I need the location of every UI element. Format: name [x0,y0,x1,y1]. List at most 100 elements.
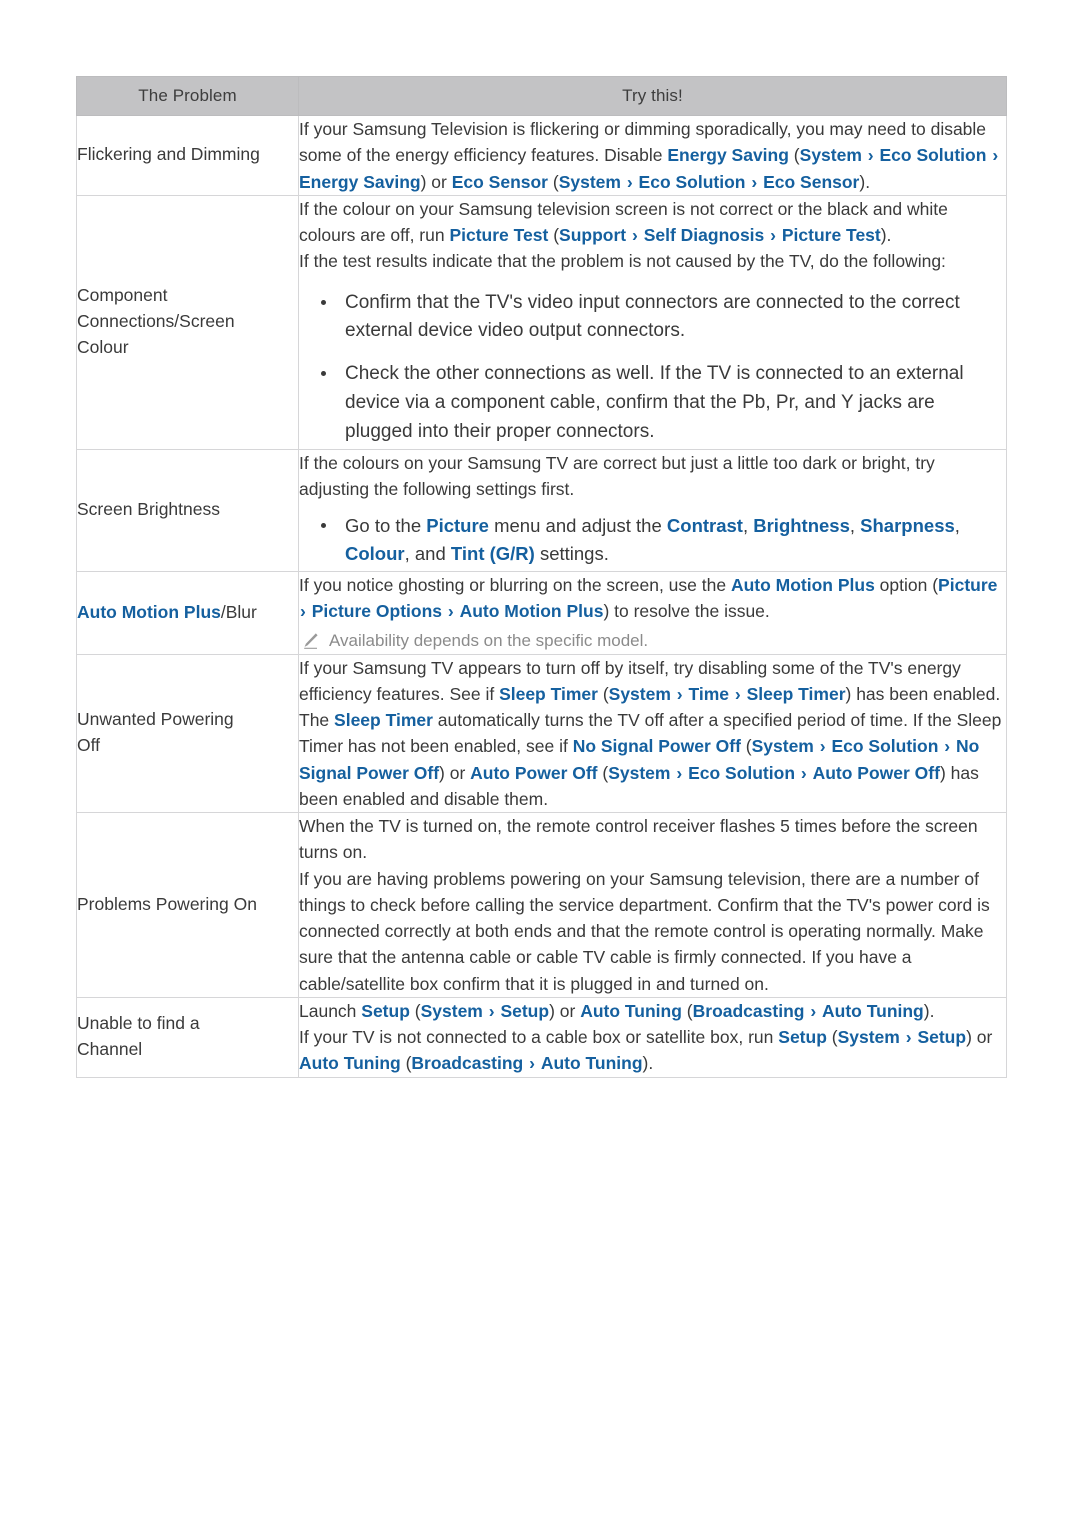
link-system[interactable]: System [421,1001,483,1021]
solution-problems-powering-on: When the TV is turned on, the remote con… [298,812,1007,998]
list-item: Go to the Picture menu and adjust the Co… [299,512,1006,568]
chevron-right-icon: › [770,225,776,245]
chevron-right-icon: › [751,171,758,192]
link-picture[interactable]: Picture [938,575,997,595]
link-system[interactable]: System [800,145,862,165]
link-eco-solution[interactable]: Eco Solution [688,763,795,783]
bullet-icon [321,299,326,305]
chevron-right-icon: › [819,736,826,757]
link-auto-tuning[interactable]: Auto Tuning [822,1001,924,1021]
chevron-right-icon: › [626,171,633,192]
solution-paragraph: If your Samsung Television is flickering… [299,119,999,192]
link-auto-power-off[interactable]: Auto Power Off [813,763,940,783]
link-system[interactable]: System [838,1027,900,1047]
link-eco-solution[interactable]: Eco Solution [831,736,938,756]
solution-paragraph: If you notice ghosting or blurring on th… [299,574,998,621]
problem-label-component-connections: Component Connections/Screen Colour [76,194,299,450]
solution-paragraph: If the colours on your Samsung TV are co… [299,452,935,500]
link-sleep-timer[interactable]: Sleep Timer [499,684,598,704]
chevron-right-icon: › [676,683,683,704]
solution-paragraph: Launch Setup (System › Setup) or Auto Tu… [299,1000,935,1021]
column-header-try: Try this! [298,76,1007,116]
document-page: The Problem Try this! Flickering and Dim… [0,0,1080,1527]
link-energy-saving[interactable]: Energy Saving [299,172,421,192]
link-setup[interactable]: Setup [778,1027,827,1047]
problem-label-auto-motion-plus-blur: Auto Motion Plus/Blur [76,570,299,655]
chevron-right-icon: › [810,1000,817,1021]
link-system[interactable]: System [752,736,814,756]
chevron-right-icon: › [800,762,807,783]
link-self-diagnosis[interactable]: Self Diagnosis [644,225,765,245]
link-setup[interactable]: Setup [917,1027,966,1047]
link-system[interactable]: System [609,684,671,704]
table-row: Flickering and Dimming If your Samsung T… [76,115,1007,196]
chevron-right-icon: › [300,600,306,621]
link-contrast[interactable]: Contrast [667,515,743,536]
problem-label-link[interactable]: Auto Motion Plus [77,602,221,622]
link-auto-tuning[interactable]: Auto Tuning [299,1053,401,1073]
link-auto-motion-plus[interactable]: Auto Motion Plus [460,601,604,621]
solution-paragraph: When the TV is turned on, the remote con… [299,816,978,863]
link-eco-sensor[interactable]: Eco Sensor [763,172,859,192]
list-item-text: Confirm that the TV's video input connec… [345,291,960,342]
link-auto-motion-plus[interactable]: Auto Motion Plus [731,575,875,595]
solution-paragraph: If you are having problems powering on y… [299,868,990,994]
link-system[interactable]: System [559,172,621,192]
problem-label-line: Component [77,285,168,306]
solution-unwanted-powering-off: If your Samsung TV appears to turn off b… [298,653,1007,814]
link-picture-test[interactable]: Picture Test [782,225,881,245]
link-tint-gr[interactable]: Tint (G/R) [451,543,535,564]
bullet-icon [321,371,326,377]
troubleshooting-table: The Problem Try this! Flickering and Dim… [76,76,1007,1078]
link-eco-sensor[interactable]: Eco Sensor [452,172,548,192]
problem-label-line: Connections/Screen [77,311,235,332]
problem-label-unwanted-powering-off: Unwanted Powering Off [76,653,299,814]
column-header-problem: The Problem [76,76,299,116]
link-sleep-timer[interactable]: Sleep Timer [334,710,433,730]
link-auto-tuning[interactable]: Auto Tuning [580,1001,682,1021]
pencil-icon [299,630,321,652]
link-broadcasting[interactable]: Broadcasting [693,1001,805,1021]
link-auto-tuning[interactable]: Auto Tuning [541,1053,643,1073]
solution-screen-brightness: If the colours on your Samsung TV are co… [298,448,1007,572]
link-brightness[interactable]: Brightness [753,515,850,536]
link-energy-saving[interactable]: Energy Saving [667,145,789,165]
link-broadcasting[interactable]: Broadcasting [411,1053,523,1073]
chevron-right-icon: › [734,683,741,704]
solution-flickering-and-dimming: If your Samsung Television is flickering… [298,115,1007,196]
link-system[interactable]: System [608,763,670,783]
problem-label-screen-brightness: Screen Brightness [76,448,299,572]
link-support[interactable]: Support [559,225,626,245]
table-row: Auto Motion Plus/Blur If you notice ghos… [76,570,1007,655]
chevron-right-icon: › [867,145,874,166]
link-picture[interactable]: Picture [426,515,489,536]
link-eco-solution[interactable]: Eco Solution [639,172,746,192]
link-colour[interactable]: Colour [345,543,405,564]
bullet-icon [321,523,326,529]
problem-label-suffix: /Blur [220,601,257,622]
chevron-right-icon: › [447,600,454,621]
solution-unable-to-find-a-channel: Launch Setup (System › Setup) or Auto Tu… [298,996,1007,1078]
chevron-right-icon: › [631,225,638,245]
solution-auto-motion-plus: If you notice ghosting or blurring on th… [298,570,1007,655]
chevron-right-icon: › [905,1027,912,1048]
link-sharpness[interactable]: Sharpness [860,515,955,536]
list-item-text: Check the other connections as well. If … [345,363,964,442]
link-time[interactable]: Time [689,684,730,704]
table-row: Screen Brightness If the colours on your… [76,448,1007,572]
link-sleep-timer[interactable]: Sleep Timer [747,684,846,704]
solution-bullet-list: Go to the Picture menu and adjust the Co… [299,512,1006,568]
chevron-right-icon: › [676,762,683,783]
link-setup[interactable]: Setup [500,1001,549,1021]
problem-label-line: Unwanted Powering [77,709,234,730]
problem-label-line: Unable to find a [77,1013,200,1034]
solution-paragraph: If your TV is not connected to a cable b… [299,1027,993,1074]
problem-label-line: Channel [77,1039,143,1060]
link-picture-test[interactable]: Picture Test [449,225,548,245]
link-picture-options[interactable]: Picture Options [312,601,442,621]
link-no-signal-power-off[interactable]: No Signal Power Off [573,736,741,756]
chevron-right-icon: › [488,1000,495,1021]
link-auto-power-off[interactable]: Auto Power Off [470,763,597,783]
link-eco-solution[interactable]: Eco Solution [879,145,986,165]
link-setup[interactable]: Setup [361,1001,410,1021]
